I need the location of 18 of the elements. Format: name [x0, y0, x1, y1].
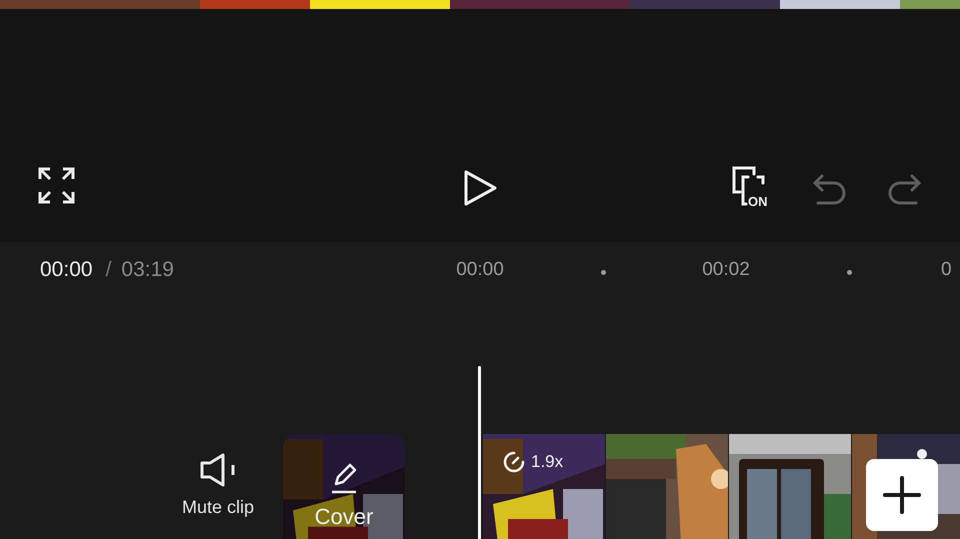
- current-time: 00:00: [40, 258, 93, 282]
- compare-toggle[interactable]: ON: [730, 164, 768, 210]
- ruler-label: 00:00: [456, 259, 504, 281]
- ruler-label: 00:02: [702, 259, 750, 281]
- total-duration: 03:19: [121, 258, 174, 282]
- speaker-icon: [199, 453, 237, 487]
- pencil-icon: [330, 462, 358, 494]
- ruler-tick: [847, 270, 852, 275]
- cover-button[interactable]: Cover: [283, 434, 405, 539]
- add-clip-button[interactable]: [866, 459, 938, 531]
- speed-badge: 1.9x: [503, 451, 564, 473]
- play-button[interactable]: [462, 169, 498, 207]
- fullscreen-button[interactable]: [38, 167, 75, 204]
- time-separator: /: [106, 258, 112, 282]
- ruler-label: 0: [941, 259, 952, 281]
- plus-icon: [882, 475, 922, 515]
- ruler-tick: [601, 270, 606, 275]
- mute-clip-button[interactable]: Mute clip: [168, 453, 268, 518]
